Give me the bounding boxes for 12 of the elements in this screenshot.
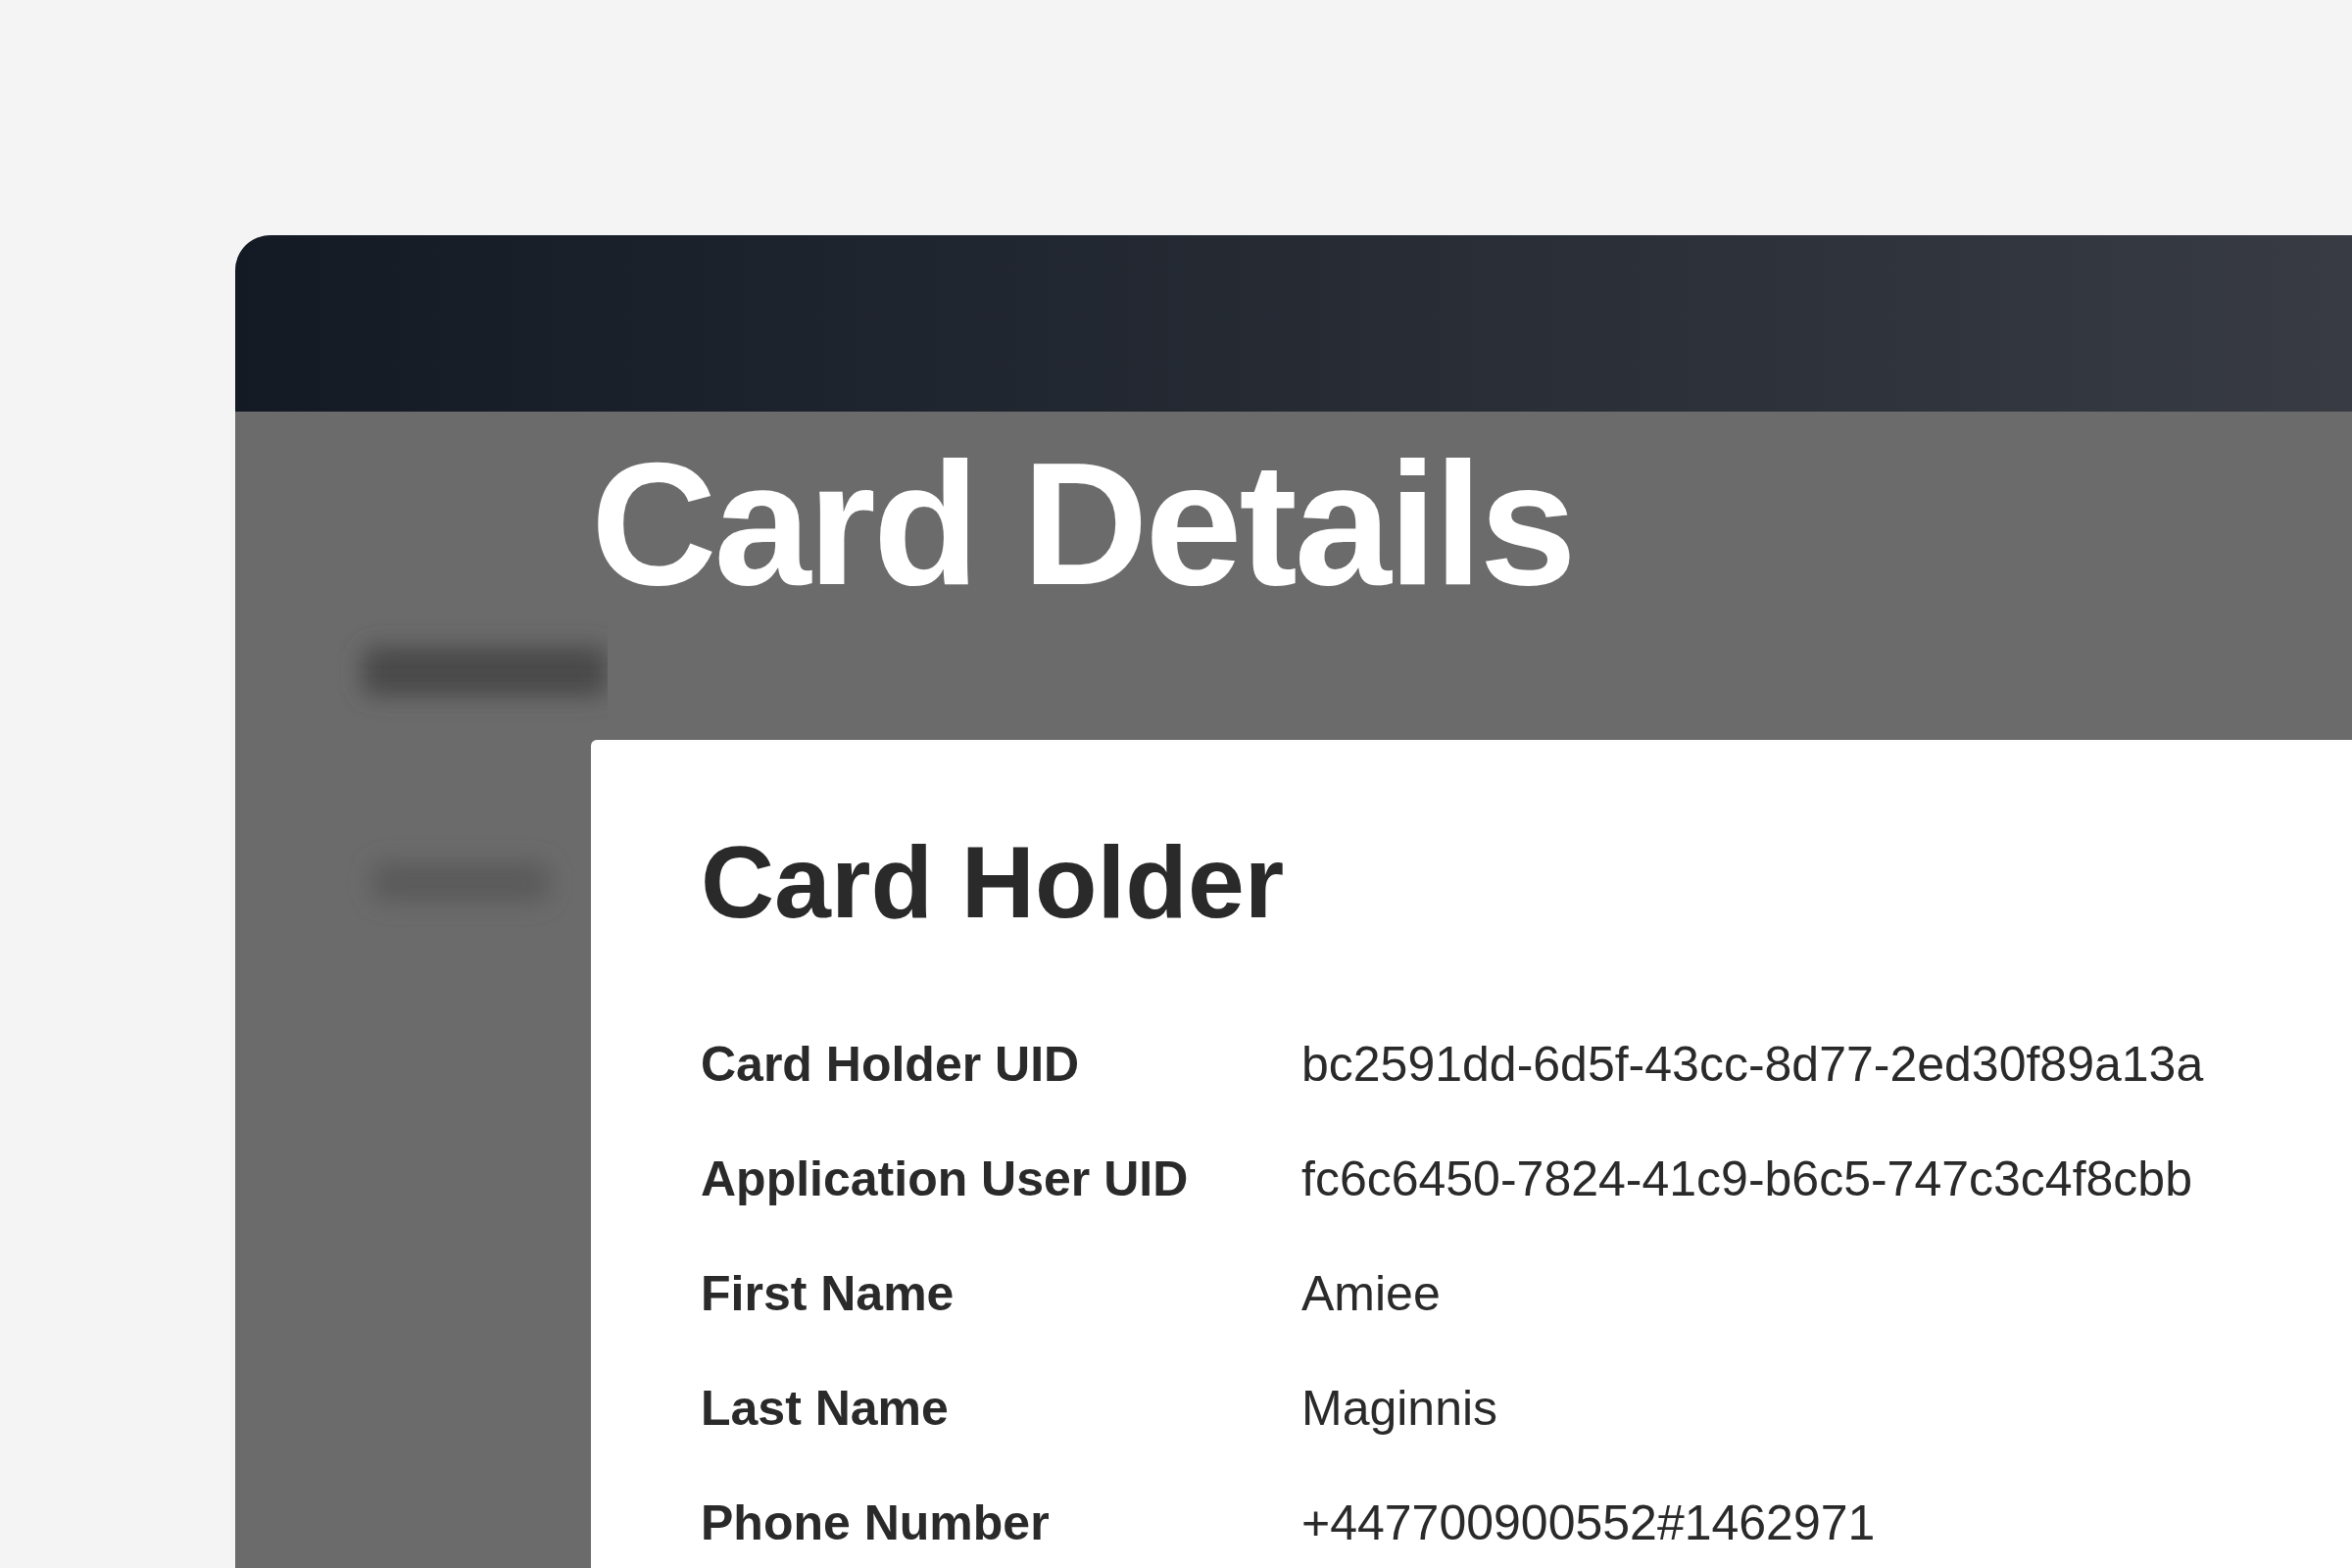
field-value: fc6c6450-7824-41c9-b6c5-747c3c4f8cbb xyxy=(1301,1151,2192,1208)
field-label: Card Holder UID xyxy=(701,1036,1081,1094)
field-value: bc2591dd-6d5f-43cc-8d77-2ed30f89a13a xyxy=(1301,1036,2204,1094)
field-label: Application User UID xyxy=(701,1151,1190,1208)
field-value: +447700900552#1462971 xyxy=(1301,1494,1876,1552)
field-label: Last Name xyxy=(701,1380,950,1438)
field-value: Amiee xyxy=(1301,1265,1441,1323)
page-title: Card Details xyxy=(591,428,1575,620)
field-label: Phone Number xyxy=(701,1494,1051,1552)
card-title: Card Holder xyxy=(701,825,1286,939)
field-label: First Name xyxy=(701,1265,956,1323)
field-value: Maginnis xyxy=(1301,1380,1498,1438)
